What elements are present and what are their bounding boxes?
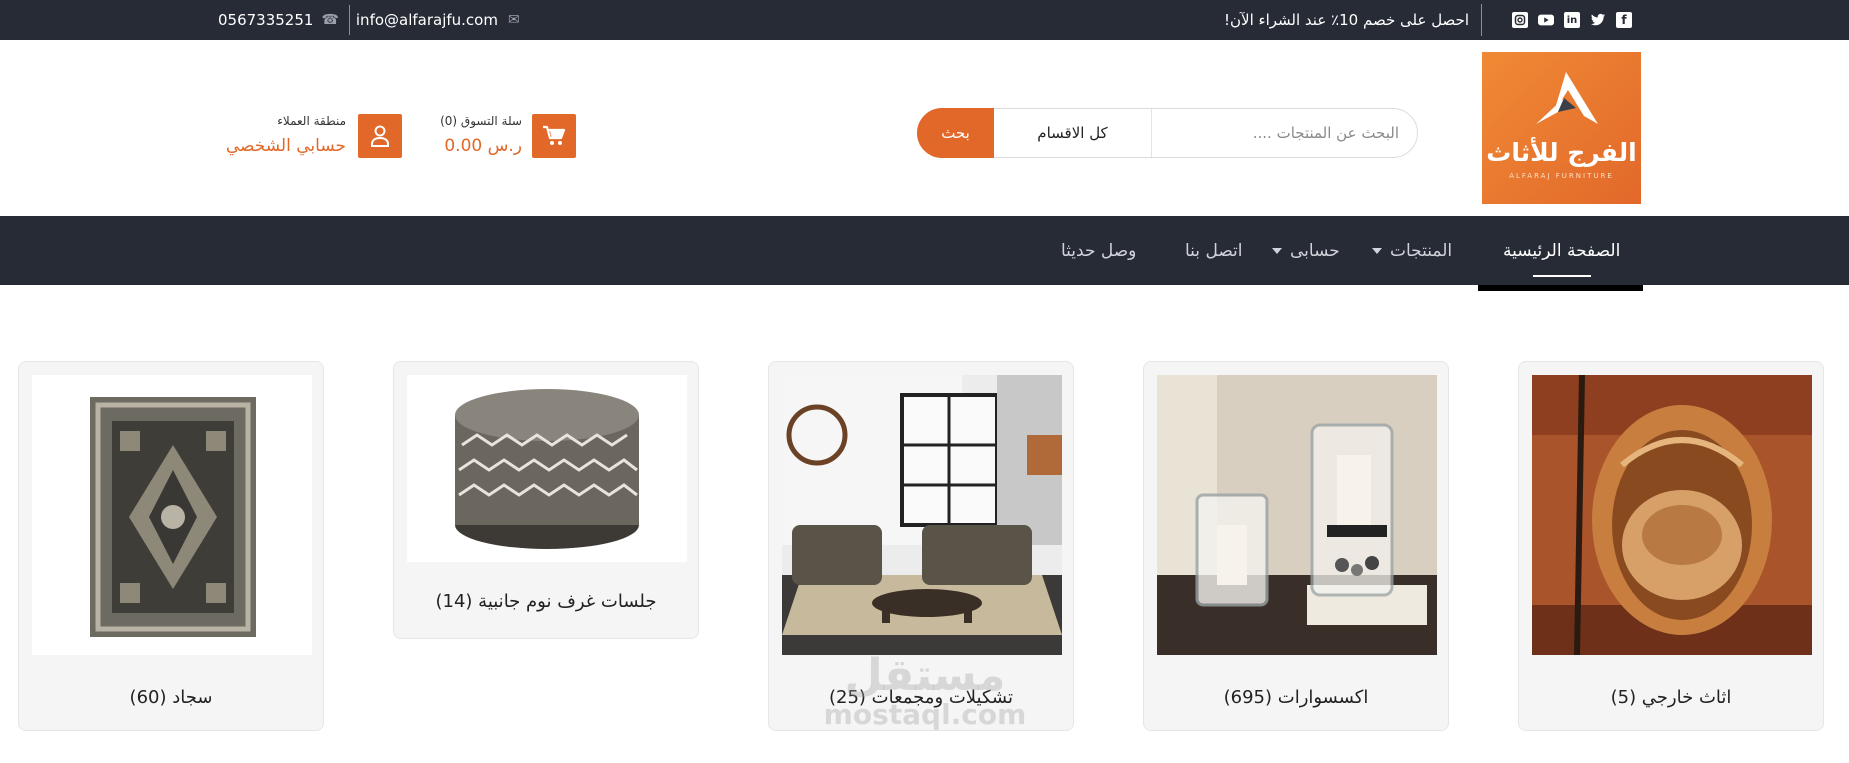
nav-label: اتصل بنا (1185, 240, 1243, 261)
envelope-icon: ✉ (507, 12, 520, 28)
my-account-link[interactable]: حسابي الشخصي (216, 136, 346, 156)
shopping-cart[interactable]: سلة التسوق (0) 0.00 ر.س (430, 112, 576, 158)
category-image-sets[interactable] (782, 375, 1062, 655)
category-title[interactable]: اثاث خارجي (5) (1519, 687, 1823, 708)
account-label: منطقة العملاء (277, 114, 346, 128)
social-links: in f (1512, 0, 1632, 40)
email-contact[interactable]: info@alfarajfu.com ✉ (356, 11, 520, 29)
category-image-bedroom-seating[interactable] (407, 375, 687, 562)
nav-item-products[interactable]: المنتجات (1372, 216, 1452, 285)
search-button[interactable]: بحث (917, 108, 994, 158)
instagram-icon[interactable] (1512, 12, 1528, 28)
cart-icon[interactable] (532, 114, 576, 158)
phone-number[interactable]: 0567335251 (218, 11, 313, 29)
category-image-outdoor-furniture[interactable] (1532, 375, 1812, 655)
category-card[interactable]: سجاد (60) (18, 361, 324, 731)
facebook-icon[interactable]: f (1616, 12, 1632, 28)
category-image-accessories[interactable] (1157, 375, 1437, 655)
contact-info: 0567335251 ☎ info@alfarajfu.com ✉ (218, 0, 520, 40)
category-title[interactable]: اكسسوارات (695) (1144, 687, 1448, 708)
nav-label: الصفحة الرئيسية (1503, 240, 1621, 261)
active-nav-bar (1478, 285, 1643, 291)
chevron-down-icon (1372, 247, 1382, 254)
category-title[interactable]: تشكيلات ومجمعات (25) (769, 687, 1073, 708)
logo-arabic-text: الفرج للأثاث (1486, 138, 1637, 167)
customer-account[interactable]: منطقة العملاء حسابي الشخصي (216, 112, 402, 158)
youtube-icon[interactable] (1538, 12, 1554, 28)
cart-label: سلة التسوق (0) (440, 114, 522, 128)
category-card[interactable]: اكسسوارات (695) (1143, 361, 1449, 731)
contact-divider (348, 5, 350, 35)
topbar-divider (1481, 4, 1482, 36)
linkedin-icon[interactable]: in (1564, 12, 1580, 28)
main-nav: الصفحة الرئيسية المنتجات حسابى اتصل بنا … (0, 216, 1849, 291)
chevron-down-icon (1272, 247, 1282, 254)
site-logo[interactable]: الفرج للأثاث ALFARAJ FURNITURE (1482, 52, 1641, 204)
phone-icon: ☎ (321, 12, 339, 28)
logo-english-text: ALFARAJ FURNITURE (1509, 172, 1614, 180)
nav-item-account[interactable]: حسابى (1272, 216, 1340, 285)
search-input[interactable] (1154, 109, 1399, 157)
nav-label: حسابى (1290, 240, 1340, 261)
category-card[interactable]: تشكيلات ومجمعات (25) (768, 361, 1074, 731)
email-address[interactable]: info@alfarajfu.com (356, 11, 498, 29)
promo-text: احصل على خصم 10٪ عند الشراء الآن! (1224, 11, 1469, 29)
category-card[interactable]: جلسات غرف نوم جانبية (14) (393, 361, 699, 639)
phone-contact[interactable]: 0567335251 ☎ (218, 11, 347, 29)
user-icon[interactable] (358, 114, 402, 158)
category-title[interactable]: سجاد (60) (19, 687, 323, 708)
nav-item-contact[interactable]: اتصل بنا (1185, 216, 1243, 285)
cart-total: 0.00 ر.س (444, 136, 522, 156)
top-bar: 0567335251 ☎ info@alfarajfu.com ✉ احصل ع… (0, 0, 1849, 40)
logo-mark-icon (1536, 72, 1598, 124)
category-title[interactable]: جلسات غرف نوم جانبية (14) (394, 591, 698, 612)
nav-label: وصل حديثا (1061, 240, 1137, 261)
nav-item-new-arrivals[interactable]: وصل حديثا (1061, 216, 1136, 285)
active-nav-underline (1533, 275, 1591, 277)
category-card[interactable]: اثاث خارجي (5) (1518, 361, 1824, 731)
search-bar: بحث كل الاقسام (917, 108, 1418, 158)
category-image-rugs[interactable] (32, 375, 312, 655)
nav-label: المنتجات (1390, 240, 1453, 261)
twitter-icon[interactable] (1590, 12, 1606, 28)
category-select[interactable]: كل الاقسام (994, 109, 1152, 157)
